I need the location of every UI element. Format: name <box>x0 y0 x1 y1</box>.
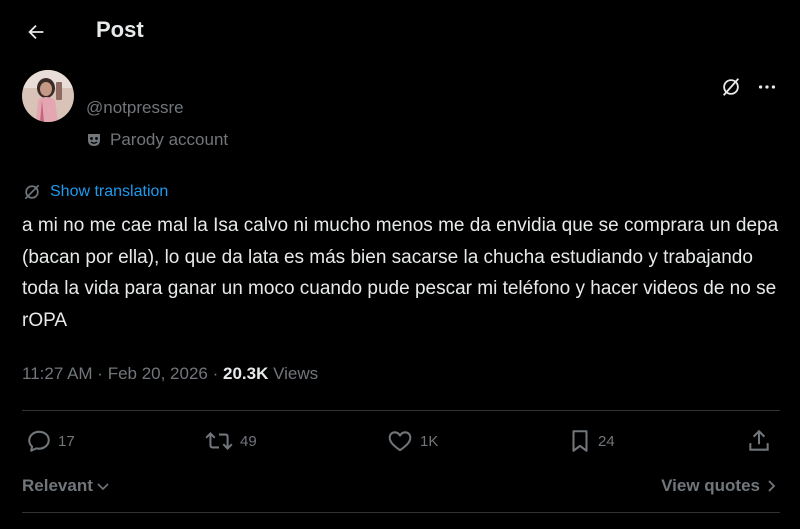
bookmark-count: 24 <box>598 432 615 450</box>
chevron-down-icon <box>97 483 109 491</box>
reply-count: 17 <box>58 432 75 450</box>
view-quotes-link[interactable]: View quotes <box>661 476 778 496</box>
grok-button[interactable] <box>718 74 744 100</box>
sort-dropdown[interactable]: Relevant <box>22 476 111 496</box>
translate-icon <box>24 184 40 200</box>
reply-icon <box>28 430 50 452</box>
like-icon <box>388 431 412 452</box>
author-handle[interactable]: @notpressre <box>86 98 184 118</box>
more-button[interactable] <box>754 74 780 100</box>
page-title: Post <box>96 17 144 42</box>
view-quotes-label: View quotes <box>661 476 760 495</box>
show-translation-label: Show translation <box>50 183 169 200</box>
back-arrow-icon <box>28 24 44 40</box>
share-button[interactable] <box>746 428 772 454</box>
repost-icon <box>205 432 233 450</box>
divider-top <box>22 410 780 411</box>
reply-button[interactable]: 17 <box>26 428 75 454</box>
divider-bottom <box>22 512 780 513</box>
post-time[interactable]: 11:27 AM <box>22 364 93 384</box>
repost-count: 49 <box>240 432 257 450</box>
share-icon <box>749 429 769 451</box>
chevron-right-icon <box>768 480 776 492</box>
top-header: Post <box>0 0 800 60</box>
show-translation-button[interactable]: Show translation <box>22 182 168 202</box>
grok-icon <box>722 78 740 96</box>
parody-mask-icon <box>88 134 100 146</box>
parody-badge: Parody account <box>86 130 228 150</box>
repost-button[interactable]: 49 <box>204 428 257 454</box>
bookmark-button[interactable]: 24 <box>568 428 615 454</box>
sort-label: Relevant <box>22 476 93 495</box>
meta-separator: · <box>92 364 108 383</box>
back-button[interactable] <box>20 16 52 48</box>
more-icon <box>758 85 776 89</box>
parody-label: Parody account <box>110 130 229 149</box>
post-text: a mi no me cae mal la Isa calvo ni mucho… <box>22 215 779 331</box>
post-date[interactable]: Feb 20, 2026 <box>108 364 208 384</box>
avatar[interactable] <box>22 70 74 122</box>
post-meta: 11:27 AM · Feb 20, 2026 · 20.3K Views <box>22 364 318 384</box>
like-button[interactable]: 1K <box>386 428 438 454</box>
meta-separator-2: · <box>207 364 223 383</box>
bookmark-icon <box>572 430 588 452</box>
views-label: Views <box>268 364 319 383</box>
views-count: 20.3K <box>223 364 269 383</box>
like-count: 1K <box>420 432 439 450</box>
